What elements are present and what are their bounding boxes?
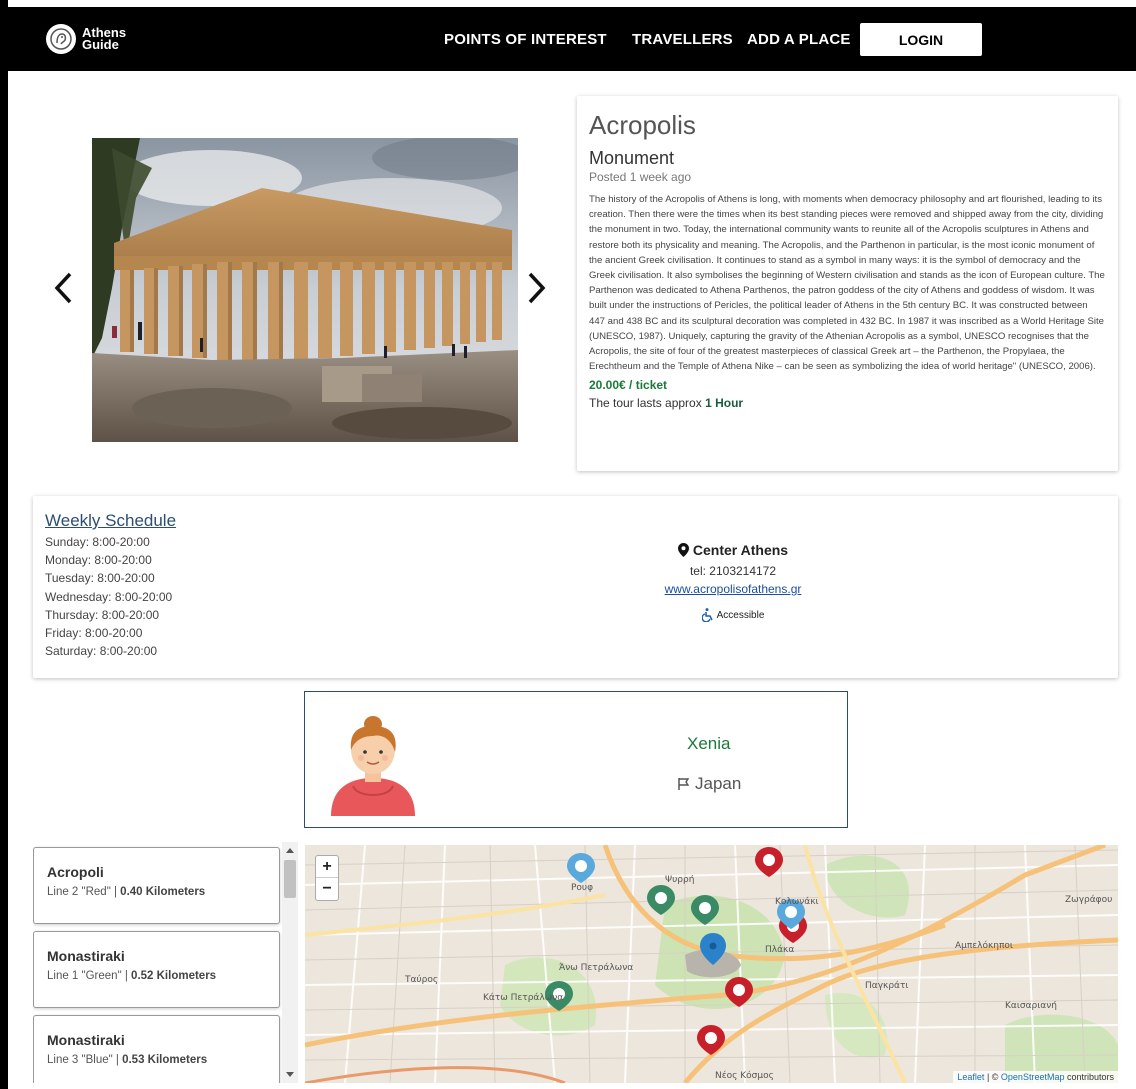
logo-line-2: Guide <box>82 37 119 52</box>
accessibility: Accessible <box>625 608 841 622</box>
map-label: Αμπελόκηποι <box>955 941 1013 951</box>
schedule-day: Wednesday: 8:00-20:00 <box>45 589 173 604</box>
attribution-separator: | © <box>984 1072 1001 1082</box>
station-info: Line 1 "Green" | 0.52 Kilometers <box>47 970 279 982</box>
station-name: Monastiraki <box>47 1032 125 1048</box>
avatar <box>323 706 423 816</box>
ticket-price: 20.00€ / ticket <box>589 378 668 393</box>
station-list-scrollbar[interactable] <box>282 842 298 1083</box>
navbar: Athens Guide POINTS OF INTEREST TRAVELLE… <box>8 7 1136 71</box>
map-label: Άνω Πετράλωνα <box>559 963 634 973</box>
station-name: Acropoli <box>47 864 104 880</box>
schedule-day: Friday: 8:00-20:00 <box>45 626 143 641</box>
map-pin-icon <box>677 543 689 557</box>
map-label: Πλάκα <box>765 945 795 955</box>
map-label: Κολωνάκι <box>775 897 819 907</box>
traveller-name: Xenia <box>687 734 731 753</box>
attribution-suffix: contributors <box>1064 1072 1114 1082</box>
map-label: Παγκράτι <box>865 981 909 991</box>
zoom-control: + − <box>315 855 339 901</box>
schedule-day: Sunday: 8:00-20:00 <box>45 535 150 549</box>
station-info: Line 3 "Blue" | 0.53 Kilometers <box>47 1054 279 1066</box>
schedule-day: Tuesday: 8:00-20:00 <box>45 571 155 586</box>
schedule-list: Sunday: 8:00-20:00 Monday: 8:00-20:00 Tu… <box>45 533 172 660</box>
map-label: Ρουφ <box>571 883 594 893</box>
map-tiles <box>305 845 1118 1083</box>
logo[interactable]: Athens Guide <box>46 24 126 54</box>
place-info-card: Acropolis Monument Posted 1 week ago The… <box>577 96 1118 471</box>
map[interactable]: Πλάκα Κολωνάκι Άνω Πετράλωνα Κάτω Πετράλ… <box>305 845 1118 1083</box>
osm-link[interactable]: OpenStreetMap <box>1001 1072 1065 1082</box>
parthenon-photo <box>92 138 518 442</box>
nav-travellers[interactable]: TRAVELLERS <box>632 31 733 48</box>
map-label: Καισαριανή <box>1005 1001 1057 1011</box>
nav-add-a-place[interactable]: ADD A PLACE <box>747 31 851 48</box>
map-label: Ζωγράφου <box>1065 895 1113 905</box>
station-distance: 0.40 Kilometers <box>120 886 206 898</box>
location-text: Center Athens <box>692 542 789 558</box>
station-line: Line 1 "Green" | <box>47 970 132 982</box>
zoom-out-button[interactable]: − <box>316 878 338 900</box>
athena-logo-icon <box>46 24 76 54</box>
place-description: The history of the Acropolis of Athens i… <box>589 194 1105 373</box>
carousel-prev-chevron-left-icon[interactable] <box>52 270 76 306</box>
map-label: Ταύρος <box>405 975 439 985</box>
place-category: Monument <box>589 148 675 168</box>
map-label: Κάτω Πετράλωνα <box>483 993 564 1003</box>
schedule-card: Weekly Schedule Sunday: 8:00-20:00 Monda… <box>33 496 1118 678</box>
station-distance: 0.52 Kilometers <box>131 970 217 982</box>
tour-duration-value: 1 Hour <box>705 396 744 411</box>
location: Center Athens <box>625 542 841 558</box>
scroll-thumb[interactable] <box>284 860 296 898</box>
map-label: Νέος Κόσμος <box>715 1071 774 1081</box>
place-title: Acropolis <box>589 110 696 140</box>
carousel-next-chevron-right-icon[interactable] <box>524 270 548 306</box>
schedule-day: Saturday: 8:00-20:00 <box>45 644 158 659</box>
station-name: Monastiraki <box>47 948 125 964</box>
weekly-schedule-link[interactable]: Weekly Schedule <box>45 511 176 531</box>
tour-duration-prefix: The tour lasts approx <box>589 396 706 411</box>
tour-duration: The tour lasts approx 1 Hour <box>589 396 1106 410</box>
map-label: Ψυρρή <box>665 875 695 885</box>
login-button[interactable]: LOGIN <box>860 23 982 56</box>
zoom-in-button[interactable]: + <box>316 856 338 878</box>
nav-points-of-interest[interactable]: POINTS OF INTEREST <box>444 31 607 48</box>
phone-number: tel: 2103214172 <box>689 564 777 578</box>
scroll-down-arrow-icon[interactable] <box>286 1072 294 1077</box>
schedule-day: Monday: 8:00-20:00 <box>45 553 152 568</box>
station-line: Line 2 "Red" | <box>47 886 121 898</box>
station-distance: 0.53 Kilometers <box>122 1054 208 1066</box>
traveller-country: Japan <box>677 774 741 794</box>
station-item[interactable]: Monastiraki Line 3 "Blue" | 0.53 Kilomet… <box>33 1015 280 1083</box>
posted-date: Posted 1 week ago <box>589 170 692 184</box>
station-item[interactable]: Monastiraki Line 1 "Green" | 0.52 Kilome… <box>33 931 280 1008</box>
flag-icon <box>678 778 690 790</box>
traveller-card[interactable]: Xenia Japan <box>304 691 848 828</box>
map-attribution: Leaflet | © OpenStreetMap contributors <box>953 1071 1118 1083</box>
wheelchair-icon <box>701 608 713 622</box>
schedule-day: Thursday: 8:00-20:00 <box>45 607 160 622</box>
leaflet-link[interactable]: Leaflet <box>957 1072 984 1082</box>
image-carousel <box>40 110 560 470</box>
contact-info: Center Athens tel: 2103214172 www.acropo… <box>625 542 841 622</box>
country-text: Japan <box>695 774 742 793</box>
metro-station-list: Acropoli Line 2 "Red" | 0.40 Kilometers … <box>33 842 298 1083</box>
website-link[interactable]: www.acropolisofathens.gr <box>625 582 841 596</box>
accessibility-text: Accessible <box>716 609 765 621</box>
station-line: Line 3 "Blue" | <box>47 1054 123 1066</box>
station-info: Line 2 "Red" | 0.40 Kilometers <box>47 886 279 898</box>
logo-text: Athens Guide <box>82 26 126 52</box>
scroll-up-arrow-icon[interactable] <box>286 848 294 853</box>
station-item[interactable]: Acropoli Line 2 "Red" | 0.40 Kilometers <box>33 847 280 924</box>
